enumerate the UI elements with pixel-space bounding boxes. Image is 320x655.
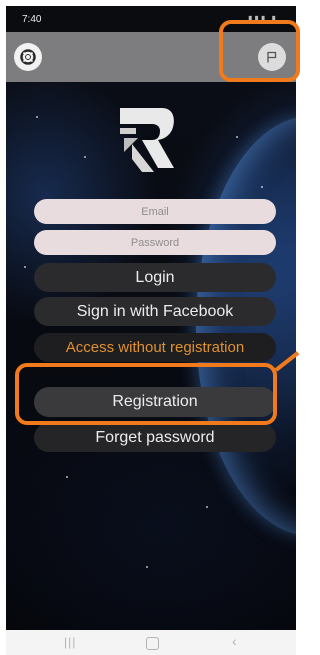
recent-apps-icon[interactable]: ||| bbox=[64, 635, 76, 649]
forget-password-label: Forget password bbox=[95, 428, 215, 446]
back-icon[interactable]: ‹ bbox=[232, 633, 237, 649]
email-field[interactable] bbox=[34, 199, 276, 224]
app-screen: 7:40 ▮▮▮ ▮ L bbox=[6, 6, 296, 630]
app-logo bbox=[120, 108, 174, 172]
navigation-bar: ||| ‹ bbox=[6, 630, 296, 655]
lifebuoy-icon bbox=[20, 49, 36, 65]
support-button[interactable] bbox=[14, 43, 42, 71]
registration-highlight-box bbox=[15, 363, 277, 425]
facebook-signin-button[interactable]: Sign in with Facebook bbox=[34, 297, 276, 326]
forget-password-button[interactable]: Forget password bbox=[34, 423, 276, 452]
facebook-button-label: Sign in with Facebook bbox=[76, 302, 234, 320]
flag-highlight-box bbox=[219, 20, 300, 82]
password-field[interactable] bbox=[34, 230, 276, 255]
access-without-registration-button[interactable]: Access without registration bbox=[34, 333, 276, 362]
login-button[interactable]: Login bbox=[34, 263, 276, 292]
login-button-label: Login bbox=[135, 268, 175, 286]
home-icon[interactable] bbox=[146, 637, 159, 650]
guest-button-label: Access without registration bbox=[65, 339, 245, 356]
status-time: 7:40 bbox=[22, 14, 42, 25]
